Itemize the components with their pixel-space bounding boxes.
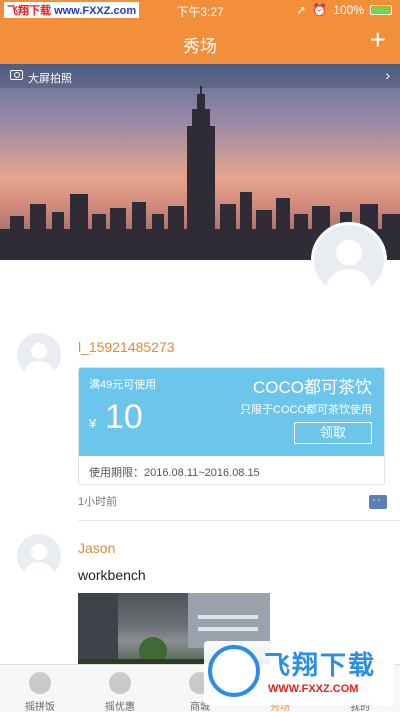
bowl-icon	[29, 672, 51, 694]
user-silhouette-icon	[23, 343, 55, 377]
coupon-top: 满49元可使用 ¥ 10 COCO都可茶饮 只限于COCO都可茶饮使用 领取	[79, 368, 384, 456]
watermark-url: WWW.FXXZ.COM	[268, 683, 359, 695]
comment-icon[interactable]	[369, 492, 387, 509]
watermark-bottom: 飞翔下载 WWW.FXXZ.COM	[204, 641, 394, 705]
tab-label: 摇优惠	[105, 702, 135, 712]
coupon-card: 满49元可使用 ¥ 10 COCO都可茶饮 只限于COCO都可茶饮使用 领取 使…	[78, 367, 385, 485]
watermark-brand: 飞翔下载	[264, 650, 377, 680]
profile-avatar[interactable]	[311, 222, 387, 298]
avatar[interactable]	[17, 333, 61, 377]
coupon-condition: 满49元可使用	[89, 379, 157, 391]
post-time: 1小时前	[78, 496, 118, 508]
post-username[interactable]: l_15921485273	[78, 339, 175, 355]
coupon-currency: ¥	[89, 416, 97, 431]
location-icon: ➚	[296, 3, 307, 17]
screen: 飞翔下载 www.FXXZ.com 下午3:27 ➚ ⏰ 100% 秀场 + 大…	[0, 0, 400, 712]
claim-coupon-button[interactable]: 领取	[294, 422, 372, 444]
banner-label: 大屏拍照	[28, 73, 72, 85]
user-silhouette-icon	[23, 544, 55, 578]
avatar[interactable]	[17, 534, 61, 578]
watermark-logo-icon	[208, 645, 260, 697]
coupon-shop: COCO都可茶饮	[253, 378, 372, 397]
camera-icon	[10, 70, 23, 80]
tab-label: 摇拼饭	[25, 702, 55, 712]
tab-yaoyouhui[interactable]: 摇优惠	[80, 665, 160, 712]
page-title: 秀场	[183, 37, 217, 56]
divider	[78, 520, 400, 521]
status-right: ➚ ⏰ 100%	[296, 3, 392, 17]
coupon-icon	[109, 672, 131, 694]
coupon-validity: 使用期限：2016.08.11~2016.08.15	[89, 467, 260, 479]
coupon-note: 只限于COCO都可茶饮使用	[240, 404, 372, 416]
battery-icon	[370, 5, 392, 15]
alarm-icon: ⏰	[312, 3, 328, 17]
status-bar: 飞翔下载 www.FXXZ.com 下午3:27 ➚ ⏰ 100%	[0, 0, 400, 20]
post-username[interactable]: Jason	[78, 540, 115, 556]
nav-bar: 秀场 +	[0, 20, 400, 64]
plus-icon[interactable]: +	[370, 26, 386, 54]
tab-yaopinfan[interactable]: 摇拼饭	[0, 665, 80, 712]
chevron-right-icon: ›	[385, 67, 390, 83]
banner-bar[interactable]: 大屏拍照 ›	[0, 64, 400, 88]
user-silhouette-icon	[325, 239, 373, 295]
coupon-amount: 10	[105, 398, 143, 436]
battery-percent: 100%	[333, 3, 364, 17]
post-text: workbench	[78, 567, 146, 583]
